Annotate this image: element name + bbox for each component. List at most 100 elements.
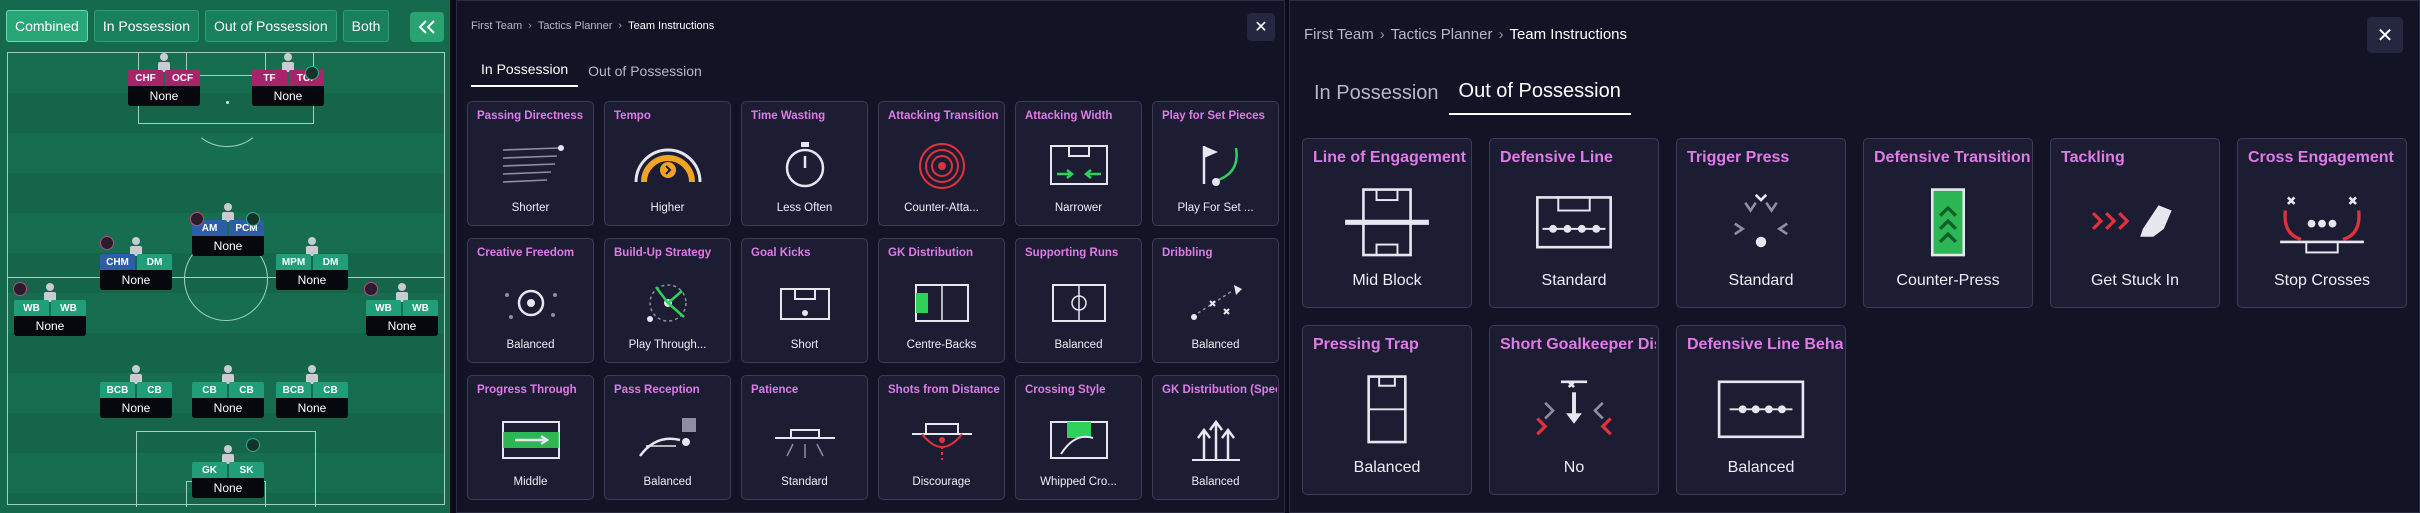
instruction-card[interactable]: Time Wasting Less Often [741,101,868,226]
instruction-card[interactable]: Passing Directness Shorter [467,101,594,226]
role-chip: CB [229,382,264,398]
instruction-card[interactable]: Tackling Get Stuck In [2050,138,2220,308]
instruction-card[interactable]: Pass Reception Balanced [604,375,731,500]
instruction-card[interactable]: Defensive Line Behavic Balanced [1676,325,1846,495]
instruction-card[interactable]: Shots from Distance Discourage [878,375,1005,500]
instruction-card[interactable]: Play for Set Pieces Play For Set ... [1152,101,1279,226]
breadcrumb-tactics-planner[interactable]: Tactics Planner [538,20,613,32]
role-indicator-icon [100,236,114,250]
instruction-title: Cross Engagement [2248,149,2394,166]
breadcrumb: First Team › Tactics Planner › Team Inst… [1304,26,1627,43]
player-figure-icon [222,365,234,384]
close-button[interactable]: ✕ [1247,13,1275,41]
player-slot[interactable]: CB CB None [192,364,264,418]
chevron-right-icon: › [528,20,532,32]
tab-combined[interactable]: Combined [6,10,88,42]
instruction-card[interactable]: Attacking Transition Counter-Atta... [878,101,1005,226]
instruction-card[interactable]: Crossing Style Whipped Cro... [1015,375,1142,500]
instruction-value: Short [790,339,819,351]
player-name: None [192,236,264,256]
breadcrumb-tactics-planner[interactable]: Tactics Planner [1391,26,1493,43]
instruction-card[interactable]: GK Distribution Centre-Backs [878,238,1005,363]
top-penalty-spot [226,101,229,104]
role-indicator-icon [246,212,260,226]
instruction-card[interactable]: Progress Through Middle [467,375,594,500]
instruction-value: Centre-Backs [906,339,977,351]
instruction-title: Goal Kicks [751,247,811,259]
instruction-title: Defensive Line Behavic [1687,336,1843,353]
instruction-value: Whipped Cro... [1040,476,1117,488]
instruction-value: Play For Set ... [1177,202,1254,214]
instruction-value: Balanced [1727,459,1795,476]
double-chevron-left-icon [418,20,435,34]
role-chip: CHM [100,254,135,270]
instruction-card[interactable]: Cross Engagement Stop Crosses [2237,138,2407,308]
instruction-title: Passing Directness [477,110,584,122]
tab-out-of-possession[interactable]: Out of Possession [578,57,712,87]
player-slot[interactable]: CHF OCF None [128,52,200,106]
tab-out-of-possession[interactable]: Out of Possession [1448,73,1631,115]
player-figure-icon [158,53,170,72]
crossing-style-icon [1049,421,1108,459]
role-chip: BCB [100,382,135,398]
instruction-value: Balanced [1191,476,1240,488]
instruction-title: Dribbling [1162,247,1213,259]
instruction-value: Higher [650,202,685,214]
close-button[interactable]: ✕ [2367,17,2403,53]
instruction-card[interactable]: Creative Freedom Balanced [467,238,594,363]
instruction-card[interactable]: GK Distribution (Speed Balanced [1152,375,1279,500]
tab-in-possession[interactable]: In Possession [471,57,579,87]
role-chip: CB [313,382,348,398]
instruction-card[interactable]: Goal Kicks Short [741,238,868,363]
instruction-card[interactable]: Pressing Trap Balanced [1302,325,1472,495]
instruction-card[interactable]: Attacking Width Narrower [1015,101,1142,226]
tab-both[interactable]: Both [342,10,390,42]
instruction-card[interactable]: Build-Up Strategy Play Through... [604,238,731,363]
instruction-card[interactable]: Tempo Higher [604,101,731,226]
player-slot[interactable]: AM PCM None [192,202,264,256]
breadcrumb-first-team[interactable]: First Team [471,20,522,32]
role-chip: GK [192,462,227,478]
instruction-card[interactable]: Line of Engagement Mid Block [1302,138,1472,308]
role-chip: WB [403,300,438,316]
line-of-engagement-icon [1345,188,1429,257]
player-slot[interactable]: MPM DM None [276,236,348,290]
instruction-card[interactable]: Short Goalkeeper Distr No [1489,325,1659,495]
instruction-title: GK Distribution (Speed [1162,384,1277,396]
instruction-card[interactable]: Defensive Transition Counter-Press [1863,138,2033,308]
role-indicator-icon [305,66,319,80]
instruction-value: Balanced [506,339,555,351]
instruction-card[interactable]: Dribbling Balanced [1152,238,1279,363]
player-name: None [276,398,348,418]
tab-in-possession[interactable]: In Possession [1304,73,1449,115]
app-root: Combined In Possession Out of Possession… [0,0,2420,513]
player-figure-icon [282,53,294,72]
breadcrumb: First Team › Tactics Planner › Team Inst… [471,20,714,32]
short-gk-distribution-icon [1536,380,1612,436]
role-chip: SK [229,462,264,478]
dribbling-icon [1190,285,1242,320]
instruction-card[interactable]: Trigger Press Standard [1676,138,1846,308]
player-name: None [192,398,264,418]
breadcrumb-first-team[interactable]: First Team [1304,26,1374,43]
player-slot[interactable]: BCB CB None [100,364,172,418]
instruction-title: GK Distribution [888,247,973,259]
player-name: None [14,316,86,336]
role-indicator-icon [190,212,204,226]
instruction-title: Line of Engagement [1313,149,1466,166]
instruction-card[interactable]: Defensive Line Standard [1489,138,1659,308]
possession-tabs: In Possession Out of Possession [1304,73,1631,115]
instruction-card[interactable]: Patience Standard [741,375,868,500]
instruction-title: Supporting Runs [1025,247,1119,259]
tab-in-possession[interactable]: In Possession [93,10,199,42]
role-indicator-icon [246,438,260,452]
player-slot[interactable]: GK SK None [192,444,264,498]
collapse-button[interactable] [410,12,444,42]
tab-out-of-possession[interactable]: Out of Possession [205,10,337,42]
instruction-value: Standard [1541,272,1607,289]
instruction-value: Middle [513,476,548,488]
instruction-value: Standard [1728,272,1794,289]
player-slot[interactable]: BCB CB None [276,364,348,418]
instruction-card[interactable]: Supporting Runs Balanced [1015,238,1142,363]
player-figure-icon [306,237,318,256]
